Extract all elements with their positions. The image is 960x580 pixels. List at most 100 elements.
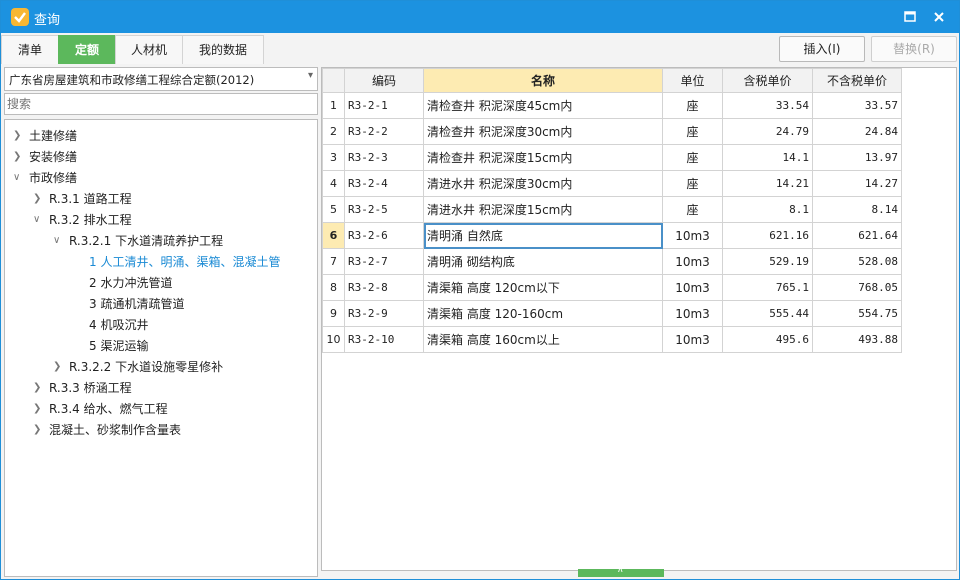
chevron-down-icon[interactable]: ∨ <box>13 168 25 188</box>
maximize-icon[interactable] <box>900 7 920 27</box>
column-header-tax-price[interactable]: 含税单价 <box>722 68 813 93</box>
cell-tax-price[interactable]: 555.44 <box>722 300 813 327</box>
table-row[interactable]: 5 R3-2-5 清进水井 积泥深度15cm内 座 8.1 8.14 <box>322 196 902 223</box>
cell-code[interactable]: R3-2-3 <box>344 144 424 171</box>
cell-tax-price[interactable]: 33.54 <box>722 92 813 119</box>
table-row[interactable]: 4 R3-2-4 清进水井 积泥深度30cm内 座 14.21 14.27 <box>322 170 902 197</box>
cell-pretax-price[interactable]: 33.57 <box>812 92 902 119</box>
cell-unit[interactable]: 座 <box>662 170 723 197</box>
insert-button[interactable]: 插入(I) <box>779 36 865 62</box>
chevron-right-icon[interactable]: ❯ <box>33 399 45 419</box>
cell-tax-price[interactable]: 621.16 <box>722 222 813 249</box>
row-index: 3 <box>322 144 345 171</box>
cell-code[interactable]: R3-2-5 <box>344 196 424 223</box>
table-row[interactable]: 9 R3-2-9 清渠箱 高度 120-160cm 10m3 555.44 55… <box>322 300 902 327</box>
tab-labor-material-machine[interactable]: 人材机 <box>115 35 183 64</box>
cell-tax-price[interactable]: 24.79 <box>722 118 813 145</box>
table-row[interactable]: 3 R3-2-3 清检查井 积泥深度15cm内 座 14.1 13.97 <box>322 144 902 171</box>
table-row[interactable]: 2 R3-2-2 清检查井 积泥深度30cm内 座 24.79 24.84 <box>322 118 902 145</box>
cell-pretax-price[interactable]: 554.75 <box>812 300 902 327</box>
cell-code[interactable]: R3-2-4 <box>344 170 424 197</box>
column-header-name[interactable]: 名称 <box>423 68 663 93</box>
cell-code[interactable]: R3-2-2 <box>344 118 424 145</box>
cell-pretax-price[interactable]: 24.84 <box>812 118 902 145</box>
row-index: 1 <box>322 92 345 119</box>
cell-unit[interactable]: 座 <box>662 196 723 223</box>
cell-name[interactable]: 清检查井 积泥深度45cm内 <box>423 92 663 119</box>
cell-tax-price[interactable]: 8.1 <box>722 196 813 223</box>
cell-unit[interactable]: 10m3 <box>662 248 723 275</box>
chevron-up-icon[interactable]: ∧ <box>617 565 624 575</box>
category-tree: ❯ 土建修缮 ❯ 安装修缮 ∨ 市政修缮 ❯ R.3.1 道路工程 ∨ R.3.2 排水工… <box>4 119 318 577</box>
cell-name[interactable]: 清进水井 积泥深度30cm内 <box>423 170 663 197</box>
cell-pretax-price[interactable]: 768.05 <box>812 274 902 301</box>
quota-library-value: 广东省房屋建筑和市政修缮工程综合定额(2012) <box>9 73 255 87</box>
cell-code[interactable]: R3-2-6 <box>344 222 424 249</box>
chevron-right-icon[interactable]: ❯ <box>33 378 45 398</box>
table-row[interactable]: 8 R3-2-8 清渠箱 高度 120cm以下 10m3 765.1 768.0… <box>322 274 902 301</box>
column-header-pretax-price[interactable]: 不含税单价 <box>812 68 902 93</box>
cell-name[interactable]: 清检查井 积泥深度30cm内 <box>423 118 663 145</box>
cell-tax-price[interactable]: 495.6 <box>722 326 813 353</box>
quota-library-select[interactable]: 广东省房屋建筑和市政修缮工程综合定额(2012) ▾ <box>4 67 318 91</box>
row-index: 10 <box>322 326 345 353</box>
tab-my-data[interactable]: 我的数据 <box>182 35 264 64</box>
title-bar[interactable]: 查询 <box>1 1 959 33</box>
cell-code[interactable]: R3-2-7 <box>344 248 424 275</box>
cell-name[interactable]: 清进水井 积泥深度15cm内 <box>423 196 663 223</box>
chevron-right-icon[interactable]: ❯ <box>53 357 65 377</box>
chevron-down-icon[interactable]: ∨ <box>33 210 45 230</box>
cell-pretax-price[interactable]: 621.64 <box>812 222 902 249</box>
cell-pretax-price[interactable]: 528.08 <box>812 248 902 275</box>
chevron-right-icon[interactable]: ❯ <box>13 126 25 146</box>
chevron-right-icon[interactable]: ❯ <box>33 420 45 440</box>
cell-unit[interactable]: 10m3 <box>662 274 723 301</box>
cell-tax-price[interactable]: 14.21 <box>722 170 813 197</box>
cell-unit[interactable]: 10m3 <box>662 222 723 249</box>
cell-unit[interactable]: 10m3 <box>662 326 723 353</box>
cell-code[interactable]: R3-2-8 <box>344 274 424 301</box>
cell-pretax-price[interactable]: 493.88 <box>812 326 902 353</box>
cell-tax-price[interactable]: 14.1 <box>722 144 813 171</box>
column-header-unit[interactable]: 单位 <box>662 68 723 93</box>
cell-name[interactable]: 清渠箱 高度 120-160cm <box>423 300 663 327</box>
table-header-row: 编码 名称 单位 含税单价 不含税单价 <box>322 68 902 93</box>
query-window: 查询 清单 定额 人材机 我的数据 插入(I) 替换(R) 广东省房屋建筑和市政… <box>0 0 960 580</box>
dropdown-arrow-icon[interactable]: ▾ <box>308 70 313 81</box>
cell-code[interactable]: R3-2-9 <box>344 300 424 327</box>
cell-name-selected[interactable]: 清明涌 自然底 <box>423 222 663 249</box>
chevron-right-icon[interactable]: ❯ <box>13 147 25 167</box>
search-input[interactable] <box>4 93 318 115</box>
table-row[interactable]: 7 R3-2-7 清明涌 砌结构底 10m3 529.19 528.08 <box>322 248 902 275</box>
close-icon[interactable] <box>929 7 949 27</box>
table-row-selected[interactable]: 6 R3-2-6 清明涌 自然底 10m3 621.16 621.64 <box>322 222 902 249</box>
cell-unit[interactable]: 10m3 <box>662 300 723 327</box>
cell-pretax-price[interactable]: 13.97 <box>812 144 902 171</box>
cell-unit[interactable]: 座 <box>662 118 723 145</box>
cell-code[interactable]: R3-2-1 <box>344 92 424 119</box>
column-header-index <box>322 68 345 93</box>
cell-pretax-price[interactable]: 8.14 <box>812 196 902 223</box>
table-row[interactable]: 10 R3-2-10 清渠箱 高度 160cm以上 10m3 495.6 493… <box>322 326 902 353</box>
chevron-down-icon[interactable]: ∨ <box>53 231 65 251</box>
panel-splitter-handle[interactable]: ∧ <box>578 565 664 577</box>
cell-name[interactable]: 清渠箱 高度 120cm以下 <box>423 274 663 301</box>
cell-unit[interactable]: 座 <box>662 144 723 171</box>
cell-name[interactable]: 清检查井 积泥深度15cm内 <box>423 144 663 171</box>
table-row[interactable]: 1 R3-2-1 清检查井 积泥深度45cm内 座 33.54 33.57 <box>322 92 902 119</box>
tab-quota[interactable]: 定额 <box>58 35 116 64</box>
chevron-right-icon[interactable]: ❯ <box>33 189 45 209</box>
cell-code[interactable]: R3-2-10 <box>344 326 424 353</box>
row-index: 2 <box>322 118 345 145</box>
cell-name[interactable]: 清渠箱 高度 160cm以上 <box>423 326 663 353</box>
cell-tax-price[interactable]: 765.1 <box>722 274 813 301</box>
tab-bill[interactable]: 清单 <box>1 35 59 64</box>
column-header-code[interactable]: 编码 <box>344 68 424 93</box>
replace-button[interactable]: 替换(R) <box>871 36 957 62</box>
quota-table-pane: 编码 名称 单位 含税单价 不含税单价 1 R3-2-1 清检查井 积泥深度45… <box>321 67 957 571</box>
cell-name[interactable]: 清明涌 砌结构底 <box>423 248 663 275</box>
cell-tax-price[interactable]: 529.19 <box>722 248 813 275</box>
row-index: 8 <box>322 274 345 301</box>
cell-unit[interactable]: 座 <box>662 92 723 119</box>
cell-pretax-price[interactable]: 14.27 <box>812 170 902 197</box>
